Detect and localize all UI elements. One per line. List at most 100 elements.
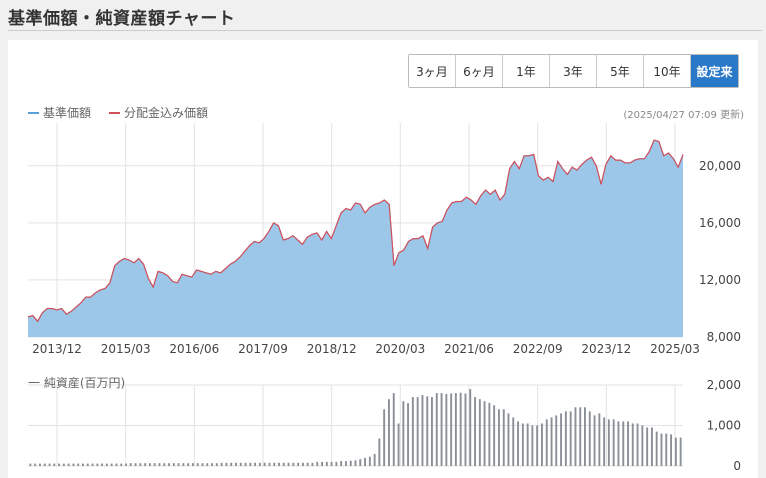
net-assets-bar (612, 419, 615, 466)
net-assets-bar (225, 462, 228, 466)
net-assets-bar (474, 397, 477, 466)
net-assets-bar (655, 431, 658, 466)
net-assets-bar (450, 393, 453, 466)
net-assets-bar (617, 421, 620, 466)
net-assets-bar (43, 463, 46, 466)
net-assets-bar (631, 423, 634, 466)
net-assets-bar (105, 463, 108, 466)
net-assets-bar (335, 461, 338, 466)
net-assets-bar (584, 407, 586, 466)
net-assets-bar (134, 463, 137, 466)
net-assets-bar (569, 411, 572, 466)
net-assets-bar (211, 463, 214, 466)
net-assets-bar (268, 462, 271, 466)
net-assets-bar (86, 463, 89, 466)
net-assets-bar (368, 456, 371, 466)
net-assets-bar (517, 421, 520, 466)
net-assets-bar (177, 463, 180, 466)
net-assets-bar (627, 421, 630, 466)
net-assets-bar (149, 463, 151, 466)
net-assets-bar (407, 403, 410, 466)
x-tick-label: 2025/03 (650, 342, 700, 356)
net-assets-bar (646, 427, 649, 466)
chart-panel: 3ヶ月 6ヶ月 1年 3年 5年 10年 設定来 基準価額 分配金込み価額 (2… (8, 40, 758, 478)
net-assets-bar (96, 463, 99, 466)
x-tick-label: 2017/09 (238, 342, 288, 356)
net-assets-bar (273, 462, 276, 466)
net-assets-bar (172, 463, 175, 466)
net-assets-bar (316, 461, 319, 466)
net-assets-bar (58, 463, 61, 466)
net-assets-bar (488, 402, 491, 466)
net-assets-bar (182, 463, 185, 466)
x-tick-label: 2015/03 (101, 342, 151, 356)
net-assets-bar (168, 463, 171, 466)
net-assets-bar (48, 463, 51, 466)
net-assets-bar (39, 463, 41, 466)
net-assets-bar (378, 438, 381, 466)
net-assets-bar (354, 460, 357, 466)
net-assets-bar (641, 425, 644, 466)
net-assets-bar (402, 401, 405, 466)
net-assets-bar (665, 433, 668, 466)
net-assets-bar (459, 392, 462, 466)
net-assets-bar (464, 393, 467, 466)
net-assets-bar (598, 413, 601, 466)
x-tick-label: 2023/12 (581, 342, 631, 356)
net-assets-bar (72, 463, 75, 466)
net-assets-bar (536, 425, 539, 466)
net-assets-bar (526, 423, 529, 466)
net-assets-bar (445, 393, 448, 466)
net-assets-bar (330, 461, 333, 466)
net-assets-bar (139, 463, 142, 466)
net-assets-bar (278, 462, 280, 466)
net-assets-bar (560, 413, 563, 466)
net-assets-bar (564, 411, 567, 466)
page-title: 基準価額・純資産額チャート (8, 9, 236, 29)
net-assets-bar (220, 462, 223, 466)
nav-area (28, 140, 683, 337)
net-assets-bar (498, 409, 500, 466)
net-assets-bar (426, 396, 429, 466)
net-assets-bar (574, 407, 577, 466)
x-tick-label: 2013/12 (32, 342, 82, 356)
net-assets-bar (163, 463, 166, 466)
net-assets-bar (287, 462, 290, 466)
net-assets-bar (660, 433, 663, 466)
net-assets-bar (435, 393, 438, 466)
net-assets-bar (679, 437, 682, 466)
net-assets-bar (34, 463, 37, 466)
x-tick-label: 2016/06 (169, 342, 219, 356)
net-assets-bar (297, 462, 300, 466)
net-assets-bar (340, 461, 343, 466)
net-assets-bar (82, 463, 84, 466)
net-assets-bar (325, 461, 328, 466)
net-assets-bar (364, 457, 367, 466)
net-assets-bar (502, 409, 505, 466)
net-assets-bar (512, 417, 515, 466)
title-divider (8, 30, 762, 31)
net-assets-bar (555, 415, 558, 466)
net-assets-bar (550, 417, 553, 466)
net-assets-bar (53, 463, 56, 466)
y-tick-label: 8,000 (707, 330, 741, 344)
net-assets-bar (110, 463, 113, 466)
net-assets-bar (674, 437, 677, 466)
net-assets-bar (263, 462, 266, 466)
net-assets-bar (416, 397, 419, 466)
net-assets-bar (302, 462, 304, 466)
net-assets-bar (345, 461, 347, 466)
net-assets-bar (483, 401, 486, 466)
net-assets-bar (239, 462, 242, 466)
y-tick-label: 20,000 (699, 159, 741, 173)
net-assets-bar (531, 425, 534, 466)
net-assets-bar (545, 419, 548, 466)
net-assets-bar (579, 407, 582, 466)
net-assets-bar (292, 462, 295, 466)
net-assets-bar (29, 463, 32, 466)
net-assets-tick-label: 2,000 (707, 378, 741, 392)
price-chart: 8,000 12,000 16,000 20,000 2013/12 2015/03 201… (27, 123, 741, 473)
net-assets-bar (431, 397, 433, 466)
net-assets-bar (622, 421, 625, 466)
net-assets-bar (349, 460, 352, 466)
